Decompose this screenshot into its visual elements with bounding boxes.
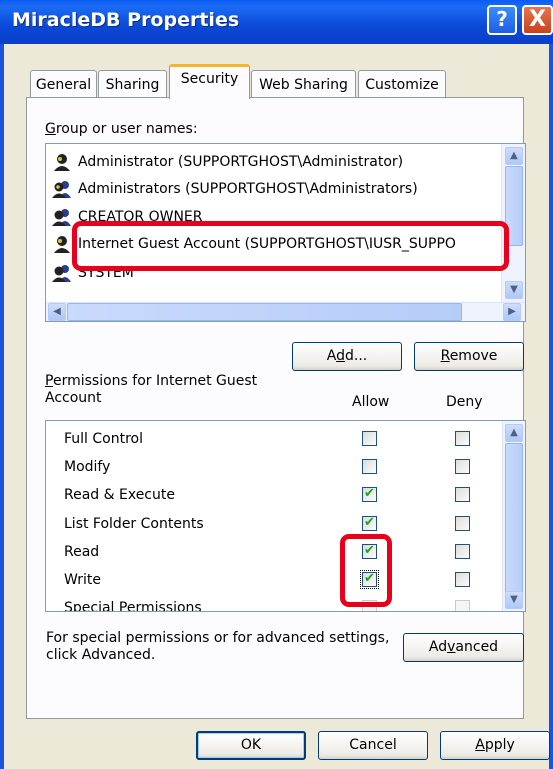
permissions-listbox: Full Control Modify Read & Execute List …	[45, 420, 526, 612]
scroll-left-arrow-icon[interactable]: ◀	[48, 303, 66, 321]
properties-window: MiracleDB Properties ? X General Sharing…	[0, 0, 553, 769]
allow-column-header: Allow	[352, 394, 390, 410]
allow-list-folder-contents-checkbox[interactable]: ✔	[362, 515, 377, 531]
deny-modify-checkbox[interactable]	[455, 459, 470, 474]
scroll-right-arrow-icon[interactable]: ▶	[503, 303, 521, 321]
deny-column-header: Deny	[446, 394, 483, 410]
checkmark-icon: ✔	[364, 515, 375, 530]
user-icon	[54, 236, 70, 253]
permission-label: Read & Execute	[64, 487, 175, 503]
permissions-label: Permissions for Internet Guest Account	[45, 373, 258, 406]
scroll-down-arrow-icon[interactable]: ▼	[505, 591, 523, 609]
advanced-settings-note: For special permissions or for advanced …	[46, 630, 390, 663]
tab-customize[interactable]: Customize	[358, 70, 446, 99]
group-icon	[52, 265, 71, 282]
allow-full-control-checkbox[interactable]	[362, 431, 377, 446]
permission-label: Special Permissions	[64, 600, 202, 612]
permission-label: Modify	[64, 459, 111, 475]
group-icon	[52, 181, 71, 198]
add-button[interactable]: Add...	[292, 342, 402, 371]
deny-write-checkbox[interactable]	[455, 572, 470, 587]
list-item-administrators[interactable]: Administrators (SUPPORTGHOST\Administrat…	[52, 177, 512, 202]
group-or-user-names-label: Group or user names:	[45, 121, 198, 137]
read-write-allow-highlight	[340, 534, 392, 607]
tab-general[interactable]: General	[30, 70, 97, 99]
remove-button[interactable]: Remove	[414, 342, 524, 371]
scroll-down-arrow-icon[interactable]: ▼	[505, 281, 523, 299]
deny-read-checkbox[interactable]	[455, 544, 470, 559]
list-item-label: Administrators (SUPPORTGHOST\Administrat…	[78, 181, 418, 197]
scroll-up-arrow-icon[interactable]: ▲	[505, 424, 523, 442]
help-button[interactable]: ?	[487, 5, 517, 35]
permission-label: Full Control	[64, 431, 143, 447]
deny-list-folder-contents-checkbox[interactable]	[455, 516, 470, 531]
advanced-button[interactable]: Advanced	[403, 633, 524, 662]
checkmark-icon: ✔	[364, 486, 375, 501]
permissions-vertical-scrollbar[interactable]: ▲ ▼	[502, 421, 525, 611]
list-item-administrator[interactable]: Administrator (SUPPORTGHOST\Administrato…	[52, 150, 512, 175]
ok-button[interactable]: OK	[196, 731, 306, 760]
permission-label: List Folder Contents	[64, 516, 204, 532]
title-bar[interactable]: MiracleDB Properties ? X	[0, 0, 553, 44]
deny-full-control-checkbox[interactable]	[455, 431, 470, 446]
scroll-up-arrow-icon[interactable]: ▲	[505, 147, 523, 165]
tab-web-sharing[interactable]: Web Sharing	[251, 70, 356, 99]
user-icon	[54, 154, 70, 171]
horizontal-scroll-thumb[interactable]	[67, 303, 462, 321]
tab-sharing[interactable]: Sharing	[98, 70, 167, 99]
tab-security[interactable]: Security	[169, 64, 250, 99]
allow-read-execute-checkbox[interactable]: ✔	[362, 486, 377, 502]
permission-label: Write	[64, 572, 101, 588]
user-list-horizontal-scrollbar[interactable]: ◀ ▶	[46, 302, 525, 321]
cancel-button[interactable]: Cancel	[318, 731, 428, 760]
deny-read-execute-checkbox[interactable]	[455, 487, 470, 502]
allow-modify-checkbox[interactable]	[362, 459, 377, 474]
internet-guest-account-highlight	[72, 221, 509, 271]
close-button[interactable]: X	[522, 5, 553, 35]
list-item-label: Administrator (SUPPORTGHOST\Administrato…	[78, 154, 404, 170]
deny-special-permissions-checkbox[interactable]	[455, 600, 470, 611]
vertical-scroll-thumb[interactable]	[505, 443, 523, 593]
group-icon	[52, 209, 71, 226]
window-title: MiracleDB Properties	[12, 9, 240, 31]
apply-button[interactable]: Apply	[440, 731, 550, 760]
permission-label: Read	[64, 544, 100, 560]
